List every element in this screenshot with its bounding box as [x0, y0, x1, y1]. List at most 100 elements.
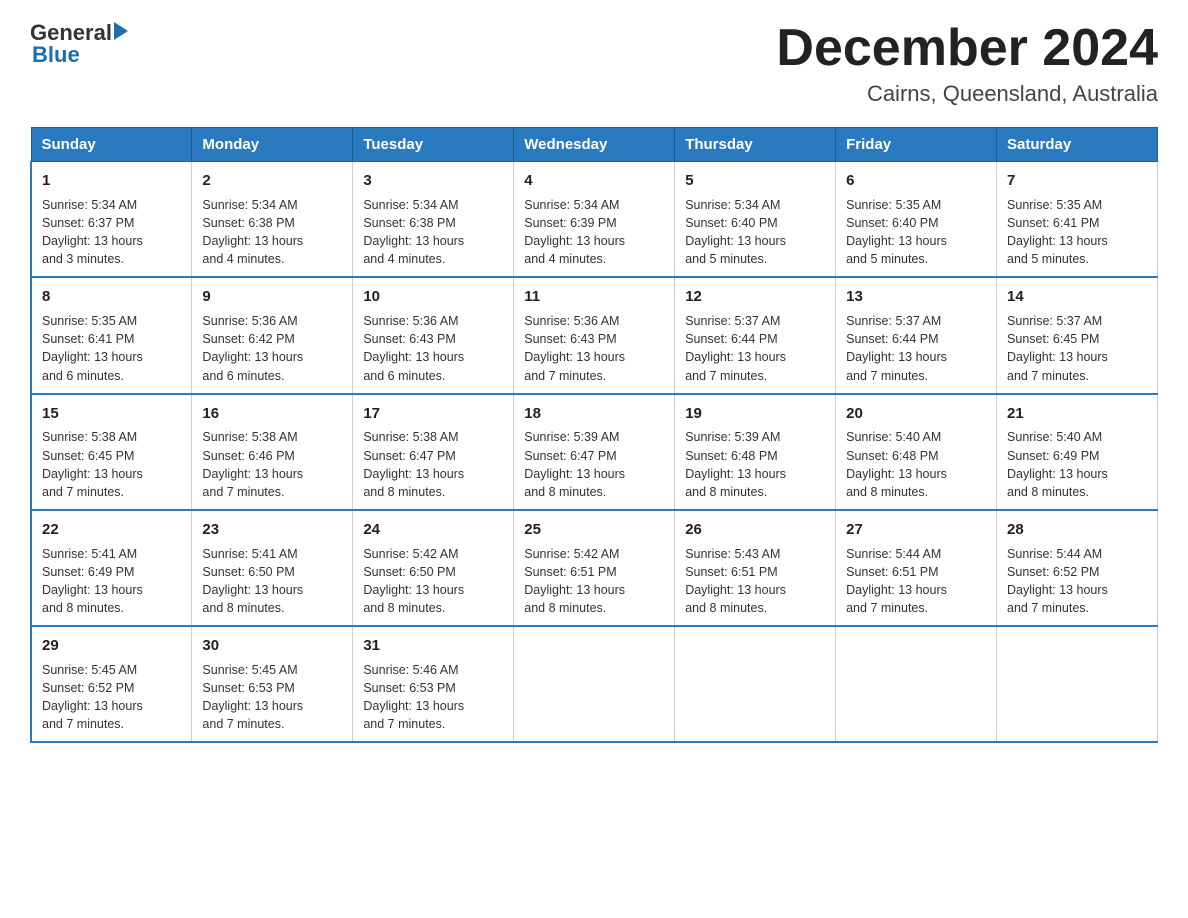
day-number: 11 [524, 286, 664, 308]
day-number: 23 [202, 519, 342, 541]
calendar-cell: 14 Sunrise: 5:37 AMSunset: 6:45 PMDaylig… [997, 277, 1158, 393]
day-number: 6 [846, 170, 986, 192]
calendar-cell: 13 Sunrise: 5:37 AMSunset: 6:44 PMDaylig… [836, 277, 997, 393]
calendar-cell: 16 Sunrise: 5:38 AMSunset: 6:46 PMDaylig… [192, 394, 353, 510]
logo-arrow-icon [114, 22, 128, 40]
day-info: Sunrise: 5:38 AMSunset: 6:47 PMDaylight:… [363, 428, 503, 501]
day-number: 17 [363, 403, 503, 425]
day-info: Sunrise: 5:34 AMSunset: 6:39 PMDaylight:… [524, 196, 664, 269]
day-info: Sunrise: 5:41 AMSunset: 6:50 PMDaylight:… [202, 545, 342, 618]
day-info: Sunrise: 5:38 AMSunset: 6:45 PMDaylight:… [42, 428, 181, 501]
day-info: Sunrise: 5:45 AMSunset: 6:53 PMDaylight:… [202, 661, 342, 734]
day-info: Sunrise: 5:35 AMSunset: 6:41 PMDaylight:… [42, 312, 181, 385]
day-info: Sunrise: 5:36 AMSunset: 6:43 PMDaylight:… [524, 312, 664, 385]
weekday-header-row: SundayMondayTuesdayWednesdayThursdayFrid… [31, 128, 1158, 162]
day-number: 15 [42, 403, 181, 425]
title-block: December 2024 Cairns, Queensland, Austra… [776, 20, 1158, 107]
day-info: Sunrise: 5:35 AMSunset: 6:40 PMDaylight:… [846, 196, 986, 269]
day-number: 2 [202, 170, 342, 192]
day-number: 29 [42, 635, 181, 657]
calendar-cell: 2 Sunrise: 5:34 AMSunset: 6:38 PMDayligh… [192, 162, 353, 278]
calendar-cell [675, 626, 836, 742]
weekday-header-wednesday: Wednesday [514, 128, 675, 162]
day-number: 9 [202, 286, 342, 308]
day-number: 12 [685, 286, 825, 308]
day-number: 26 [685, 519, 825, 541]
day-number: 3 [363, 170, 503, 192]
calendar-cell: 28 Sunrise: 5:44 AMSunset: 6:52 PMDaylig… [997, 510, 1158, 626]
calendar-cell: 1 Sunrise: 5:34 AMSunset: 6:37 PMDayligh… [31, 162, 192, 278]
page-header: General Blue December 2024 Cairns, Queen… [30, 20, 1158, 107]
calendar-cell [514, 626, 675, 742]
weekday-header-saturday: Saturday [997, 128, 1158, 162]
day-number: 7 [1007, 170, 1147, 192]
day-number: 31 [363, 635, 503, 657]
day-info: Sunrise: 5:42 AMSunset: 6:51 PMDaylight:… [524, 545, 664, 618]
calendar-cell: 25 Sunrise: 5:42 AMSunset: 6:51 PMDaylig… [514, 510, 675, 626]
weekday-header-friday: Friday [836, 128, 997, 162]
day-number: 16 [202, 403, 342, 425]
calendar-cell: 30 Sunrise: 5:45 AMSunset: 6:53 PMDaylig… [192, 626, 353, 742]
day-number: 13 [846, 286, 986, 308]
calendar-cell: 4 Sunrise: 5:34 AMSunset: 6:39 PMDayligh… [514, 162, 675, 278]
calendar-cell [997, 626, 1158, 742]
calendar-cell: 10 Sunrise: 5:36 AMSunset: 6:43 PMDaylig… [353, 277, 514, 393]
day-number: 20 [846, 403, 986, 425]
calendar-week-row: 15 Sunrise: 5:38 AMSunset: 6:45 PMDaylig… [31, 394, 1158, 510]
day-info: Sunrise: 5:43 AMSunset: 6:51 PMDaylight:… [685, 545, 825, 618]
day-info: Sunrise: 5:46 AMSunset: 6:53 PMDaylight:… [363, 661, 503, 734]
logo: General Blue [30, 20, 128, 68]
day-number: 22 [42, 519, 181, 541]
day-info: Sunrise: 5:37 AMSunset: 6:45 PMDaylight:… [1007, 312, 1147, 385]
day-number: 14 [1007, 286, 1147, 308]
calendar-cell: 12 Sunrise: 5:37 AMSunset: 6:44 PMDaylig… [675, 277, 836, 393]
calendar-cell: 23 Sunrise: 5:41 AMSunset: 6:50 PMDaylig… [192, 510, 353, 626]
day-info: Sunrise: 5:34 AMSunset: 6:38 PMDaylight:… [202, 196, 342, 269]
weekday-header-monday: Monday [192, 128, 353, 162]
calendar-cell: 29 Sunrise: 5:45 AMSunset: 6:52 PMDaylig… [31, 626, 192, 742]
calendar-table: SundayMondayTuesdayWednesdayThursdayFrid… [30, 127, 1158, 743]
calendar-cell: 9 Sunrise: 5:36 AMSunset: 6:42 PMDayligh… [192, 277, 353, 393]
calendar-cell: 6 Sunrise: 5:35 AMSunset: 6:40 PMDayligh… [836, 162, 997, 278]
day-number: 27 [846, 519, 986, 541]
calendar-week-row: 1 Sunrise: 5:34 AMSunset: 6:37 PMDayligh… [31, 162, 1158, 278]
calendar-cell: 27 Sunrise: 5:44 AMSunset: 6:51 PMDaylig… [836, 510, 997, 626]
day-number: 18 [524, 403, 664, 425]
day-number: 21 [1007, 403, 1147, 425]
day-number: 28 [1007, 519, 1147, 541]
calendar-cell: 5 Sunrise: 5:34 AMSunset: 6:40 PMDayligh… [675, 162, 836, 278]
day-info: Sunrise: 5:37 AMSunset: 6:44 PMDaylight:… [685, 312, 825, 385]
calendar-cell: 18 Sunrise: 5:39 AMSunset: 6:47 PMDaylig… [514, 394, 675, 510]
calendar-week-row: 22 Sunrise: 5:41 AMSunset: 6:49 PMDaylig… [31, 510, 1158, 626]
day-info: Sunrise: 5:34 AMSunset: 6:40 PMDaylight:… [685, 196, 825, 269]
day-info: Sunrise: 5:45 AMSunset: 6:52 PMDaylight:… [42, 661, 181, 734]
calendar-title: December 2024 [776, 20, 1158, 77]
calendar-subtitle: Cairns, Queensland, Australia [776, 81, 1158, 107]
logo-blue: Blue [32, 42, 80, 68]
day-info: Sunrise: 5:36 AMSunset: 6:42 PMDaylight:… [202, 312, 342, 385]
calendar-cell: 11 Sunrise: 5:36 AMSunset: 6:43 PMDaylig… [514, 277, 675, 393]
day-info: Sunrise: 5:34 AMSunset: 6:38 PMDaylight:… [363, 196, 503, 269]
day-info: Sunrise: 5:38 AMSunset: 6:46 PMDaylight:… [202, 428, 342, 501]
day-number: 25 [524, 519, 664, 541]
day-info: Sunrise: 5:39 AMSunset: 6:48 PMDaylight:… [685, 428, 825, 501]
day-info: Sunrise: 5:41 AMSunset: 6:49 PMDaylight:… [42, 545, 181, 618]
calendar-week-row: 29 Sunrise: 5:45 AMSunset: 6:52 PMDaylig… [31, 626, 1158, 742]
day-info: Sunrise: 5:40 AMSunset: 6:48 PMDaylight:… [846, 428, 986, 501]
calendar-cell: 15 Sunrise: 5:38 AMSunset: 6:45 PMDaylig… [31, 394, 192, 510]
day-number: 30 [202, 635, 342, 657]
calendar-cell [836, 626, 997, 742]
calendar-cell: 22 Sunrise: 5:41 AMSunset: 6:49 PMDaylig… [31, 510, 192, 626]
calendar-cell: 7 Sunrise: 5:35 AMSunset: 6:41 PMDayligh… [997, 162, 1158, 278]
day-number: 8 [42, 286, 181, 308]
day-info: Sunrise: 5:44 AMSunset: 6:51 PMDaylight:… [846, 545, 986, 618]
weekday-header-thursday: Thursday [675, 128, 836, 162]
day-number: 5 [685, 170, 825, 192]
day-number: 1 [42, 170, 181, 192]
day-number: 4 [524, 170, 664, 192]
day-info: Sunrise: 5:44 AMSunset: 6:52 PMDaylight:… [1007, 545, 1147, 618]
calendar-cell: 21 Sunrise: 5:40 AMSunset: 6:49 PMDaylig… [997, 394, 1158, 510]
day-number: 19 [685, 403, 825, 425]
day-info: Sunrise: 5:36 AMSunset: 6:43 PMDaylight:… [363, 312, 503, 385]
day-number: 24 [363, 519, 503, 541]
